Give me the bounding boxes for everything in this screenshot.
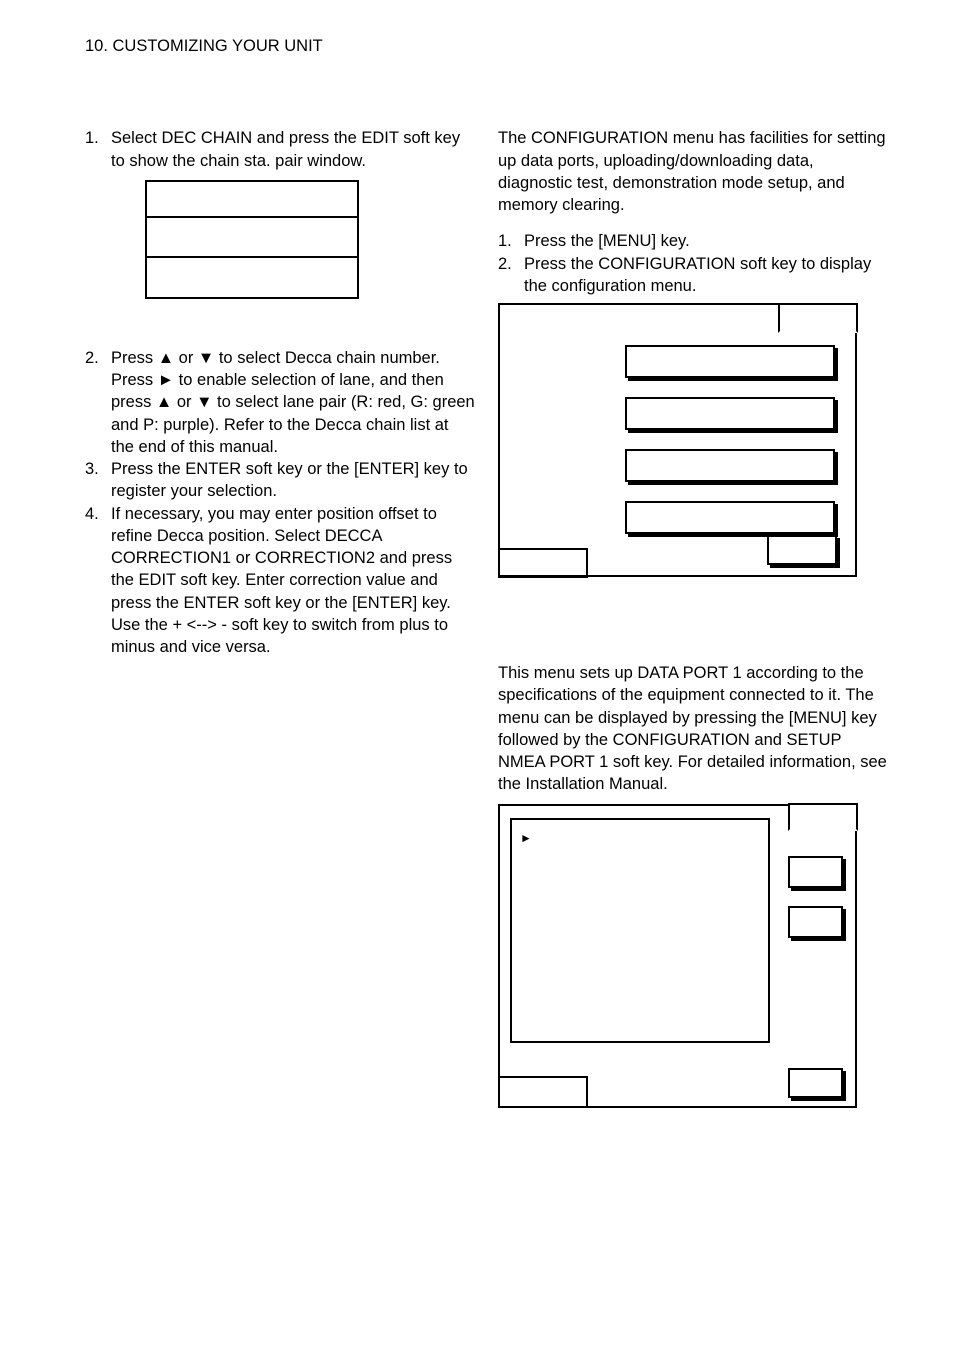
menu-tab (778, 303, 858, 333)
spacer (85, 317, 475, 347)
figure-configuration-menu (498, 303, 857, 577)
figure-chain-sta-pair-window (85, 180, 475, 299)
softkey-slot (625, 449, 835, 482)
left-step-3: 3. Press the ENTER soft key or the [ENTE… (85, 458, 475, 503)
setup-list-area: ► (510, 818, 770, 1043)
softkey-slot (625, 397, 835, 430)
right-column: The CONFIGURATION menu has facilities fo… (498, 127, 888, 1107)
step-text: Press ▲ or ▼ to select Decca chain numbe… (111, 347, 475, 458)
divider-line (147, 256, 357, 258)
step-number: 4. (85, 503, 111, 659)
figure-setup-nmea-port: ► (498, 804, 857, 1108)
right-step-2: 2. Press the CONFIGURATION soft key to d… (498, 253, 888, 298)
chapter-heading: 10. CUSTOMIZING YOUR UNIT (85, 35, 894, 57)
bottom-left-softkey (498, 1076, 588, 1108)
step-text: Press the CONFIGURATION soft key to disp… (524, 253, 888, 298)
step-number: 2. (498, 253, 524, 298)
right-step-1: 1. Press the [MENU] key. (498, 230, 888, 252)
menu-tab (788, 803, 858, 831)
side-softkey (788, 906, 843, 938)
left-steps-list-cont: 2. Press ▲ or ▼ to select Decca chain nu… (85, 347, 475, 659)
bottom-right-softkey (767, 535, 837, 565)
bottom-right-softkey (788, 1068, 843, 1098)
left-steps-list: 1. Select DEC CHAIN and press the EDIT s… (85, 127, 475, 172)
left-step-4: 4. If necessary, you may enter position … (85, 503, 475, 659)
spacer (498, 577, 888, 662)
step-text: If necessary, you may enter position off… (111, 503, 475, 659)
step-number: 3. (85, 458, 111, 503)
page: 10. CUSTOMIZING YOUR UNIT 1. Select DEC … (0, 0, 954, 1351)
step-number: 1. (498, 230, 524, 252)
softkey-slot (625, 501, 835, 534)
setup-paragraph: This menu sets up DATA PORT 1 according … (498, 662, 888, 796)
left-step-2: 2. Press ▲ or ▼ to select Decca chain nu… (85, 347, 475, 458)
triangle-right-icon: ► (520, 831, 532, 845)
step-number: 1. (85, 127, 111, 172)
bottom-left-softkey (498, 548, 588, 578)
step-text: Select DEC CHAIN and press the EDIT soft… (111, 127, 475, 172)
softkey-slot (625, 345, 835, 378)
right-steps-list: 1. Press the [MENU] key. 2. Press the CO… (498, 230, 888, 297)
left-step-1: 1. Select DEC CHAIN and press the EDIT s… (85, 127, 475, 172)
step-text: Press the [MENU] key. (524, 230, 888, 252)
chain-box-outline (145, 180, 359, 299)
side-softkey (788, 856, 843, 888)
step-number: 2. (85, 347, 111, 458)
left-column: 1. Select DEC CHAIN and press the EDIT s… (85, 127, 475, 1107)
step-text: Press the ENTER soft key or the [ENTER] … (111, 458, 475, 503)
configuration-intro: The CONFIGURATION menu has facilities fo… (498, 127, 888, 216)
divider-line (147, 216, 357, 218)
two-column-layout: 1. Select DEC CHAIN and press the EDIT s… (85, 127, 894, 1107)
